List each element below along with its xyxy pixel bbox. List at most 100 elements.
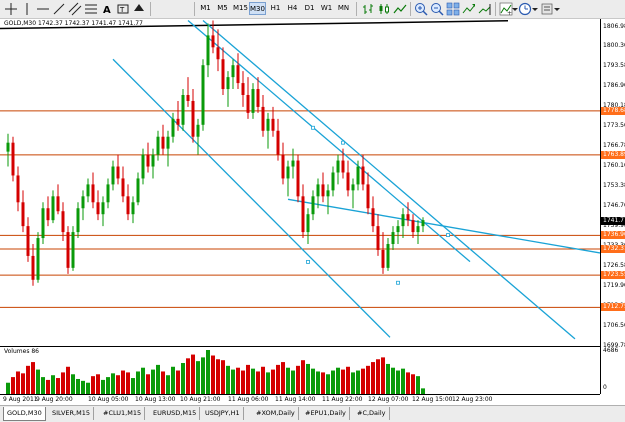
volume-panel[interactable]: Volumes 86 — [0, 346, 600, 395]
chart-tab[interactable]: EURUSD,M15 — [150, 407, 201, 420]
text-tool-icon[interactable]: A — [100, 2, 114, 16]
candle-body — [376, 226, 380, 250]
volume-bar — [381, 357, 385, 394]
volume-bar — [331, 370, 335, 394]
channel-handle — [306, 259, 310, 264]
zoom-out-icon[interactable] — [430, 2, 444, 16]
volume-bar — [271, 369, 275, 394]
timeframe-d1-button[interactable]: D1 — [302, 2, 317, 15]
volume-bar — [61, 372, 65, 394]
timeframe-m15-button[interactable]: M15 — [232, 2, 249, 15]
chart-tab[interactable]: USDJPY,H1 — [202, 407, 244, 420]
time-axis-label: 10 Aug 05:00 — [88, 396, 129, 403]
chart-tab[interactable]: #XOM,Daily — [253, 407, 299, 420]
candle-body — [261, 106, 265, 131]
candle-body — [171, 118, 175, 137]
volume-bar — [111, 373, 115, 394]
timeframe-h1-button[interactable]: H1 — [268, 2, 283, 15]
candle-body — [186, 94, 190, 101]
chart-tab[interactable]: SILVER,M15 — [49, 407, 94, 420]
current-price-tag: 1741.77 — [601, 216, 625, 225]
volume-bar — [261, 366, 265, 394]
chart-tab[interactable]: #CLU1,M15 — [100, 407, 146, 420]
bar-chart-icon[interactable] — [361, 2, 375, 16]
price-chart[interactable]: GOLD,M30 1742.37 1742.37 1741.47 1741.77 — [0, 19, 600, 346]
candle-body — [61, 211, 65, 233]
line-chart-icon[interactable] — [393, 2, 407, 16]
candle-body — [121, 178, 125, 197]
volume-bar — [126, 372, 130, 394]
volume-bar — [186, 358, 190, 394]
channel-handle — [396, 280, 400, 285]
crosshair-icon[interactable] — [4, 2, 18, 16]
candle-body — [286, 166, 290, 179]
dropdown-arrow-icon[interactable] — [554, 2, 560, 16]
volume-bar — [311, 368, 315, 394]
volume-bar — [101, 379, 105, 394]
volume-bar — [256, 371, 260, 394]
candlestick-icon[interactable] — [377, 2, 391, 16]
timeframe-m5-button[interactable]: M5 — [215, 2, 230, 15]
label-tool-icon[interactable]: T — [116, 2, 130, 16]
timeframe-w1-button[interactable]: W1 — [319, 2, 334, 15]
time-axis-label: 12 Aug 23:00 — [452, 396, 493, 403]
volume-bar — [96, 374, 100, 394]
timeframe-m1-button[interactable]: M1 — [198, 2, 213, 15]
volume-bar — [136, 371, 140, 394]
volume-axis-min: 0 — [603, 384, 607, 391]
chart-tab[interactable]: GOLD,M30 — [3, 407, 46, 421]
fibonacci-icon[interactable] — [84, 2, 98, 16]
channel-icon[interactable] — [68, 2, 82, 16]
timeframe-mn-button[interactable]: MN — [336, 2, 351, 15]
time-axis-label: 9 Aug 2011 — [3, 396, 38, 403]
candle-body — [36, 238, 40, 280]
price-axis-label: 1746.70 — [603, 202, 625, 210]
timeframe-m30-button[interactable]: M30 — [249, 2, 266, 15]
volume-bar — [21, 373, 25, 394]
candle-body — [321, 184, 325, 197]
candle-body — [96, 202, 100, 215]
volume-bar — [411, 374, 415, 394]
templates-icon[interactable] — [540, 2, 554, 16]
candle-body — [366, 184, 370, 209]
chart-shift-icon[interactable] — [478, 2, 492, 16]
candle-body — [81, 196, 85, 209]
indicators-icon[interactable]: + — [499, 2, 513, 17]
auto-scroll-icon[interactable] — [462, 2, 476, 16]
zoom-in-icon[interactable] — [414, 2, 428, 16]
trendline-icon[interactable] — [52, 2, 66, 16]
volume-bar — [161, 371, 165, 394]
candle-body — [126, 196, 130, 215]
price-axis: 1806.981800.301793.581786.901780.181773.… — [600, 19, 625, 394]
volume-bar — [336, 367, 340, 394]
volume-bar — [56, 378, 60, 394]
volume-bar — [36, 369, 40, 394]
vertical-line-icon[interactable] — [20, 2, 34, 16]
volume-bar — [296, 365, 300, 394]
candle-body — [361, 166, 365, 185]
candle-body — [191, 100, 195, 137]
toolbar-separator — [410, 2, 411, 16]
horizontal-line-icon[interactable] — [36, 2, 50, 16]
volume-bar — [401, 368, 405, 394]
chart-tab[interactable]: #C,Daily — [354, 407, 390, 420]
arrow-tool-icon[interactable] — [132, 2, 146, 16]
volume-bar — [301, 360, 305, 394]
candle-body — [251, 89, 255, 113]
channel-line — [287, 198, 600, 254]
candle-body — [331, 172, 335, 191]
dropdown-arrow-icon[interactable] — [532, 2, 538, 16]
candle-body — [166, 136, 170, 149]
volume-bar — [361, 368, 365, 394]
volume-bar — [51, 375, 55, 394]
chart-tab[interactable]: #EPU1,Daily — [302, 407, 350, 420]
candle-body — [391, 232, 395, 245]
volume-bar — [66, 366, 70, 394]
volume-bar — [151, 369, 155, 394]
candle-body — [356, 166, 360, 185]
tile-windows-icon[interactable] — [446, 2, 460, 16]
timeframe-h4-button[interactable]: H4 — [285, 2, 300, 15]
volume-bar — [16, 371, 20, 394]
periods-clock-icon[interactable] — [518, 2, 532, 16]
level-price-tag: 1723.55 — [601, 271, 625, 280]
